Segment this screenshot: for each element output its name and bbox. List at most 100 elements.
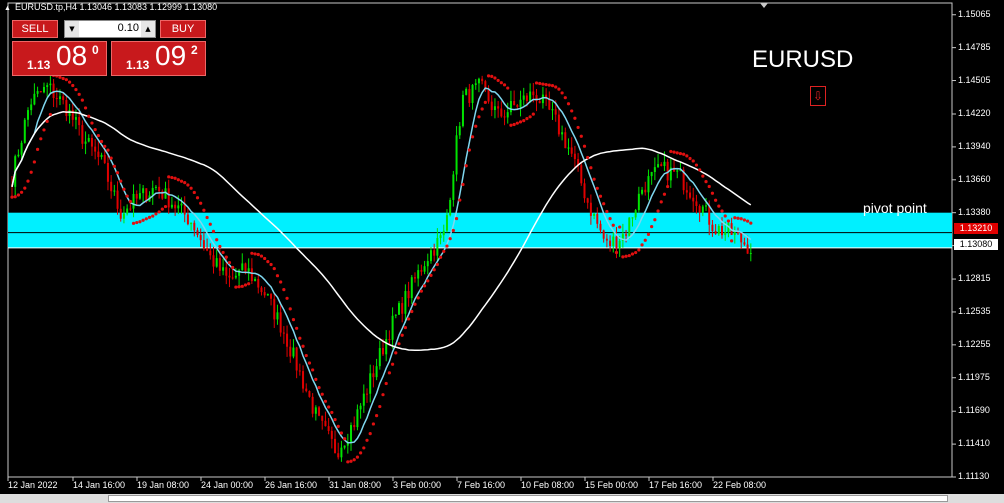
candle-body [84, 141, 87, 144]
sar-dot [525, 117, 529, 121]
candle-body [314, 407, 317, 414]
sar-dot [176, 178, 180, 182]
candle-body [122, 213, 125, 219]
sar-dot [714, 198, 718, 202]
sar-dot [595, 186, 599, 190]
sar-dot [573, 116, 577, 120]
sar-dot [247, 282, 251, 286]
candle-body [663, 161, 666, 167]
candle-body [500, 108, 503, 117]
sar-dot [534, 81, 539, 85]
sar-dot [243, 283, 248, 287]
candle-body [701, 206, 704, 213]
candle-body [660, 164, 663, 167]
sar-dot [723, 214, 727, 218]
candle-body [605, 238, 608, 241]
sar-dot [269, 262, 273, 267]
lot-size-field[interactable]: ▼ 0.10 ▲ [64, 20, 156, 38]
sar-dot [560, 91, 564, 95]
sar-dot [493, 76, 497, 80]
candle-body [465, 88, 468, 95]
sar-dot [109, 156, 113, 160]
lot-size-value[interactable]: 0.10 [81, 22, 139, 34]
sar-dot [320, 392, 324, 396]
symbol-label: EURUSD [752, 46, 854, 73]
bid-price-main: 08 [56, 40, 88, 71]
collapse-triangle-icon[interactable]: ▲ [4, 5, 11, 12]
candle-body [541, 94, 544, 104]
sar-dot [327, 405, 331, 409]
sar-dot [592, 177, 596, 181]
candle-body [394, 314, 397, 316]
sar-dot [678, 151, 683, 156]
sar-dot [640, 243, 644, 247]
sar-dot [672, 150, 676, 154]
candle-body [180, 203, 183, 206]
sar-dot [154, 212, 158, 216]
sar-dot [486, 74, 491, 78]
sar-dot [167, 175, 171, 179]
bid-price-prefix: 1.13 [27, 58, 51, 72]
candle-body [110, 181, 113, 192]
candle-body [52, 83, 55, 98]
sar-dot [531, 112, 535, 116]
sar-dot [675, 151, 679, 155]
sar-dot [298, 336, 302, 340]
sar-dot [355, 455, 360, 459]
sar-dot [135, 220, 139, 225]
horizontal-scrollbar[interactable] [0, 494, 1004, 503]
sar-dot [199, 201, 203, 205]
sar-dot [231, 265, 235, 270]
sar-dot [103, 144, 107, 148]
lot-increase-icon[interactable]: ▲ [141, 21, 155, 37]
sar-dot [375, 414, 379, 418]
ask-price-button[interactable]: 1.13 09 2 [111, 40, 206, 76]
sar-dot [496, 78, 500, 83]
sar-dot [416, 296, 420, 300]
sar-dot [141, 218, 145, 222]
candle-body [90, 138, 93, 147]
sell-button[interactable]: SELL [12, 20, 58, 38]
price-tick-label: 1.11130 [958, 471, 990, 481]
one-click-trading-panel: SELL ▼ 0.10 ▲ BUY 1.13 08 0 1.13 09 2 [12, 20, 206, 76]
candle-body [177, 205, 180, 209]
sar-dot [528, 115, 532, 119]
sar-dot [650, 224, 654, 229]
candle-body [81, 125, 84, 144]
candle-body [305, 388, 308, 392]
candle-body [442, 230, 445, 236]
lot-decrease-icon[interactable]: ▼ [65, 21, 79, 37]
candle-body [746, 244, 749, 254]
candle-body [215, 258, 218, 267]
scrollbar-thumb[interactable] [108, 495, 948, 502]
candle-body [46, 85, 49, 87]
sar-dot [195, 196, 200, 200]
sar-dot [448, 237, 452, 241]
time-tick-label: 10 Feb 08:00 [521, 480, 575, 490]
sar-dot [173, 176, 177, 180]
candle-body [142, 188, 145, 194]
sar-dot [285, 296, 289, 300]
sar-dot [659, 200, 663, 204]
sar-dot [570, 109, 574, 113]
candle-body [334, 438, 337, 454]
candle-body [538, 101, 541, 104]
buy-button[interactable]: BUY [160, 20, 206, 38]
candle-body [410, 277, 413, 299]
sar-dot [470, 135, 475, 139]
candle-body [388, 338, 391, 340]
sar-dot [93, 128, 97, 132]
candle-body [78, 117, 81, 126]
bid-price-button[interactable]: 1.13 08 0 [12, 40, 107, 76]
candle-body [350, 425, 353, 442]
sar-dot [23, 186, 27, 190]
sar-dot [710, 191, 715, 195]
sar-dot [272, 266, 276, 271]
candle-body [62, 96, 65, 101]
down-arrow-icon: ⇩ [810, 86, 826, 106]
sar-dot [637, 248, 641, 252]
sar-dot [179, 179, 184, 183]
sar-dot [608, 217, 612, 221]
candle-body [372, 373, 375, 378]
sar-dot [736, 216, 740, 220]
